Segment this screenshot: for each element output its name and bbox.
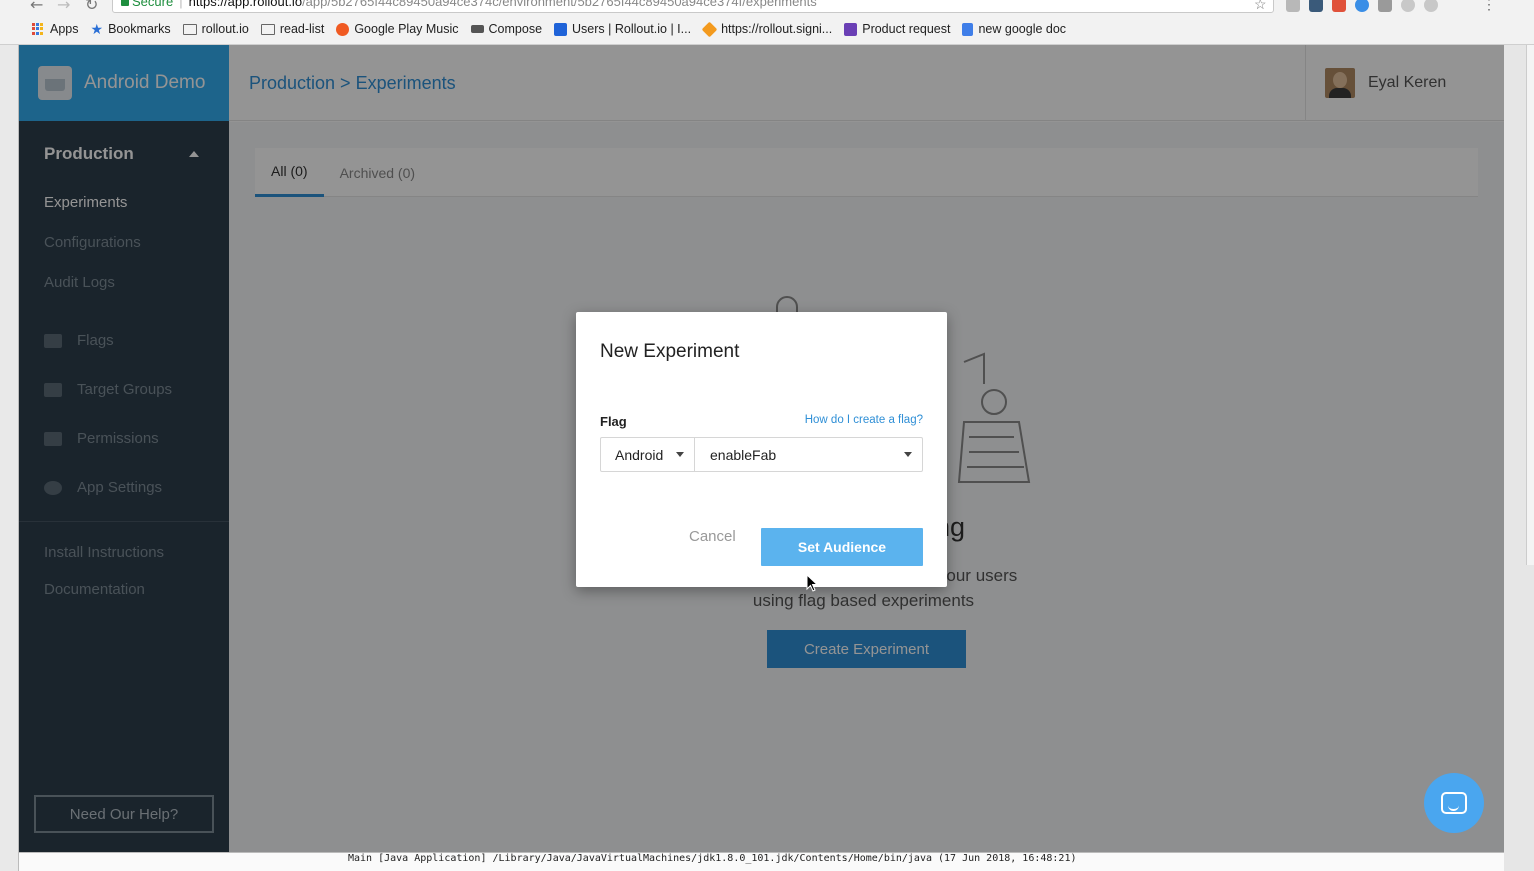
cloud-extension-icon[interactable] [1286,0,1300,12]
background-window-fragment [0,45,19,871]
set-audience-button[interactable]: Set Audience [761,528,923,566]
bookmark-users-rollout[interactable]: Users | Rollout.io | I... [554,22,691,36]
console-output: Main [Java Application] /Library/Java/Ja… [19,852,1504,871]
bookmark-google-play-music[interactable]: Google Play Music [336,22,459,36]
create-flag-help-link[interactable]: How do I create a flag? [805,414,923,426]
lock-icon [121,0,129,6]
doc-icon [962,22,974,36]
compose-icon [470,25,484,33]
background-scrollbar-fragment [1504,45,1534,871]
new-experiment-dialog: New Experiment Flag How do I create a fl… [576,312,947,587]
back-arrow-icon[interactable]: ← [30,0,43,14]
cast-icon[interactable] [1378,0,1392,12]
browser-toolbar: ← → ↻ Secure | https://app.rollout.io/app/… [0,0,1534,14]
url-host: https://app.rollout.io [188,0,303,9]
cube-icon [701,21,718,37]
folder-icon [182,23,197,35]
star-icon: ★ [90,20,104,37]
bookmark-compose[interactable]: Compose [470,22,542,36]
form-icon [844,22,858,36]
play-music-icon [336,22,350,36]
bookmark-bookmarks[interactable]: ★ Bookmarks [91,21,171,38]
forward-arrow-icon[interactable]: → [57,0,70,14]
extension-icons [1286,0,1438,12]
platform-select-value: Android [615,446,664,463]
address-bar[interactable]: Secure | https://app.rollout.io/app/5b2765… [112,0,1274,13]
flag-selector-group: Android enableFab [600,437,923,472]
bookmark-new-google-doc[interactable]: new google doc [962,22,1066,36]
bookmark-product-request[interactable]: Product request [844,22,950,36]
bookmark-rollout-folder[interactable]: rollout.io [182,22,249,36]
chat-bubble-icon [1441,792,1467,814]
flag-select-value: enableFab [710,446,777,463]
dialog-title: New Experiment [600,341,740,362]
platform-select[interactable]: Android [601,438,695,471]
secure-label: Secure [132,0,174,9]
url-path: /app/5b2765f44c89450a94ce374c/environmen… [302,0,817,9]
bookmark-apps[interactable]: Apps [32,22,79,36]
bookmarks-bar: Apps ★ Bookmarks rollout.io read-list Go… [0,14,1534,45]
chevron-down-icon [676,452,684,457]
bookmark-rollout-signin[interactable]: https://rollout.signi... [701,21,832,37]
bookmark-star-icon[interactable]: ☆ [1254,0,1267,13]
react-extension-icon[interactable] [1309,0,1323,12]
flag-select[interactable]: enableFab [695,438,922,471]
intercom-icon [554,22,568,36]
browser-menu-icon[interactable]: ⋮ [1482,0,1496,13]
chat-extension-icon[interactable] [1355,0,1369,12]
mouse-cursor-icon [806,574,819,592]
folder-icon [260,23,275,35]
bookmark-read-list-folder[interactable]: read-list [260,22,324,36]
circle-extension-icon[interactable] [1401,0,1415,12]
off-extension-icon[interactable] [1332,0,1346,12]
reload-icon[interactable]: ↻ [85,0,98,14]
cancel-button[interactable]: Cancel [689,528,736,545]
chevron-down-icon [904,452,912,457]
support-chat-button[interactable] [1424,773,1484,833]
apps-grid-icon [32,22,45,36]
flag-label: Flag [600,414,627,429]
settings-extension-icon[interactable] [1424,0,1438,12]
